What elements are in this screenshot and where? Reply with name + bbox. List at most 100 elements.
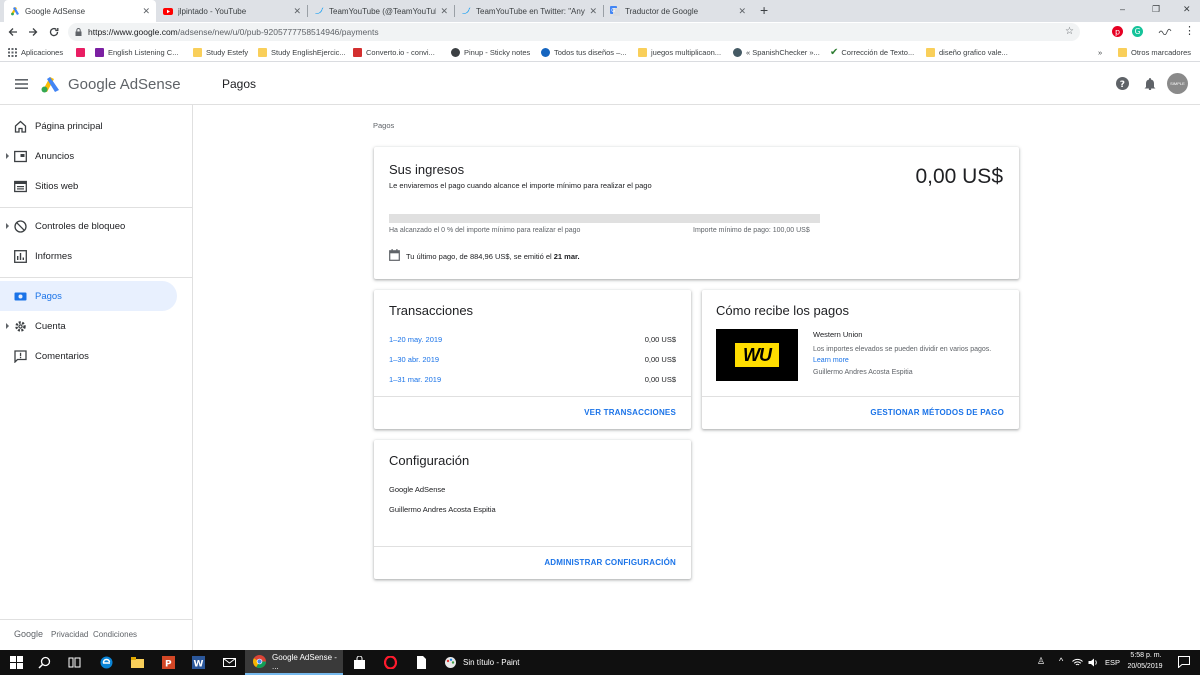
taskbar-app-paint[interactable]: Sin título - Paint <box>436 650 536 675</box>
tab-youtube[interactable]: jlpintado - YouTube ✕ <box>157 0 307 22</box>
terms-link[interactable]: Condiciones <box>93 630 137 639</box>
windows-start-icon[interactable] <box>10 656 23 669</box>
bookmark-label: Converto.io - convi... <box>366 47 435 57</box>
transaction-period-link[interactable]: 1–31 mar. 2019 <box>389 375 441 384</box>
close-window-button[interactable]: ✕ <box>1183 4 1191 15</box>
sidebar-item-account[interactable]: Cuenta <box>0 311 177 341</box>
bookmark-label: Corrección de Texto... <box>841 47 915 57</box>
task-view-icon[interactable] <box>68 656 81 669</box>
bookmarks-overflow-button[interactable]: » <box>1098 45 1102 59</box>
bookmark-item[interactable]: « SpanishChecker »... <box>733 45 820 59</box>
bookmark-item[interactable]: English Listening C... <box>95 45 178 59</box>
taskbar-app-label: Google AdSense - ... <box>272 652 337 671</box>
address-bar[interactable]: https://www.google.com/adsense/new/u/0/p… <box>68 23 1080 41</box>
avatar[interactable]: SIMPLE <box>1167 73 1188 94</box>
back-arrow-icon[interactable] <box>8 27 18 37</box>
card-divider <box>374 546 691 547</box>
sidebar-item-home[interactable]: Página principal <box>0 111 177 141</box>
threshold-text: Importe mínimo de pago: 100,00 US$ <box>693 227 810 234</box>
search-icon[interactable] <box>38 656 51 669</box>
powerpoint-icon[interactable]: P <box>162 656 175 669</box>
edge-icon[interactable] <box>100 656 113 669</box>
learn-more-link[interactable]: Learn more <box>813 357 849 364</box>
last-payment-amount: 884,96 US$ <box>469 252 510 261</box>
reload-icon[interactable] <box>49 27 59 37</box>
bookmark-folder[interactable]: Study EnglishEjercic... <box>258 45 346 59</box>
file-explorer-icon[interactable] <box>131 656 144 669</box>
browser-menu-icon[interactable]: ⋮ <box>1184 24 1195 37</box>
bookmark-star-icon[interactable]: ☆ <box>1065 23 1074 41</box>
tab-twitter-2[interactable]: TeamYouTube en Twitter: "Any n ✕ <box>455 0 603 22</box>
grammarly-extension-icon[interactable]: G <box>1132 26 1143 37</box>
pinterest-extension-icon[interactable]: p <box>1112 26 1123 37</box>
close-tab-icon[interactable]: ✕ <box>293 6 301 17</box>
privacy-link[interactable]: Privacidad <box>51 630 88 639</box>
hamburger-menu-icon[interactable] <box>15 79 28 89</box>
sidebar-item-sites[interactable]: Sitios web <box>0 171 177 201</box>
bookmark-item[interactable] <box>76 45 89 59</box>
bookmark-apps[interactable]: Aplicaciones <box>8 45 63 59</box>
close-tab-icon[interactable]: ✕ <box>440 6 448 17</box>
sidebar-item-label: Controles de bloqueo <box>35 221 126 232</box>
sidebar-item-block-controls[interactable]: Controles de bloqueo <box>0 211 177 241</box>
tab-google-adsense[interactable]: Google AdSense ✕ <box>4 0 156 22</box>
help-icon[interactable]: ? <box>1116 77 1129 90</box>
close-tab-icon[interactable]: ✕ <box>589 6 597 17</box>
bookmark-item[interactable]: Pinup - Sticky notes <box>451 45 530 59</box>
transaction-period-link[interactable]: 1–30 abr. 2019 <box>389 355 439 364</box>
action-center-icon[interactable] <box>1178 656 1190 668</box>
volume-icon[interactable] <box>1088 658 1099 667</box>
signature-extension-icon[interactable] <box>1158 28 1172 35</box>
show-hidden-icons-button[interactable]: ^ <box>1059 656 1063 666</box>
clock-date[interactable]: 20/05/2019 <box>1124 663 1166 670</box>
opera-icon[interactable] <box>384 656 397 669</box>
income-card: Sus ingresos Le enviaremos el pago cuand… <box>374 147 1019 279</box>
expand-caret-icon <box>6 323 9 329</box>
bookmark-item[interactable]: Converto.io - convi... <box>353 45 435 59</box>
page-title: Pagos <box>222 77 257 91</box>
browser-tab-strip: Google AdSense ✕ jlpintado - YouTube ✕ T… <box>0 0 1200 22</box>
notifications-bell-icon[interactable] <box>1144 77 1156 90</box>
mail-icon[interactable] <box>223 656 236 669</box>
bookmark-folder[interactable]: diseño grafico vale... <box>926 45 1008 59</box>
bookmark-item[interactable]: Todos tus diseños –... <box>541 45 627 59</box>
close-tab-icon[interactable]: ✕ <box>142 6 150 17</box>
bookmark-other[interactable]: Otros marcadores <box>1118 45 1191 59</box>
bookmark-folder[interactable]: juegos multiplicaon... <box>638 45 721 59</box>
people-icon[interactable]: ♙ <box>1037 656 1045 667</box>
forward-arrow-icon[interactable] <box>28 27 38 37</box>
tab-twitter-1[interactable]: TeamYouTube (@TeamYouTube) ✕ <box>308 0 454 22</box>
sidebar-item-ads[interactable]: Anuncios <box>0 141 177 171</box>
store-icon[interactable] <box>353 656 366 669</box>
tab-title: TeamYouTube en Twitter: "Any n <box>476 6 586 16</box>
calendar-icon <box>389 249 400 261</box>
expand-caret-icon <box>6 223 9 229</box>
manage-payment-methods-button[interactable]: GESTIONAR MÉTODOS DE PAGO <box>870 408 1004 417</box>
pin-icon <box>451 47 460 57</box>
bookmark-folder[interactable]: Study Estefy <box>193 45 248 59</box>
view-transactions-button[interactable]: VER TRANSACCIONES <box>584 408 676 417</box>
language-indicator[interactable]: ESP <box>1105 658 1120 667</box>
word-icon[interactable]: W <box>192 656 205 669</box>
gear-icon <box>15 321 26 332</box>
tab-google-translate[interactable]: G Traductor de Google ✕ <box>604 0 752 22</box>
transaction-period-link[interactable]: 1–20 may. 2019 <box>389 335 442 344</box>
manage-settings-button[interactable]: ADMINISTRAR CONFIGURACIÓN <box>544 558 676 567</box>
restore-button[interactable]: ❐ <box>1152 4 1160 15</box>
sidebar-item-feedback[interactable]: Comentarios <box>0 341 177 371</box>
sidebar-item-payments[interactable]: Pagos <box>0 281 177 311</box>
close-tab-icon[interactable]: ✕ <box>738 6 746 17</box>
minimize-button[interactable]: – <box>1120 4 1125 14</box>
feedback-icon <box>14 350 27 363</box>
sidebar-divider <box>0 207 192 208</box>
wifi-icon[interactable] <box>1072 658 1083 667</box>
last-payment-middle: , se emitió el <box>509 252 554 261</box>
new-tab-button[interactable]: + <box>760 2 768 18</box>
bookmark-item[interactable]: ✔ Corrección de Texto... <box>830 45 914 59</box>
clock-time[interactable]: 5:58 p. m. <box>1128 652 1164 659</box>
document-icon[interactable] <box>415 656 428 669</box>
svg-text:P: P <box>165 660 172 670</box>
google-footer-logo: Google <box>14 629 44 639</box>
taskbar-app-chrome[interactable]: Google AdSense - ... <box>245 650 343 675</box>
sidebar-item-reports[interactable]: Informes <box>0 241 177 271</box>
